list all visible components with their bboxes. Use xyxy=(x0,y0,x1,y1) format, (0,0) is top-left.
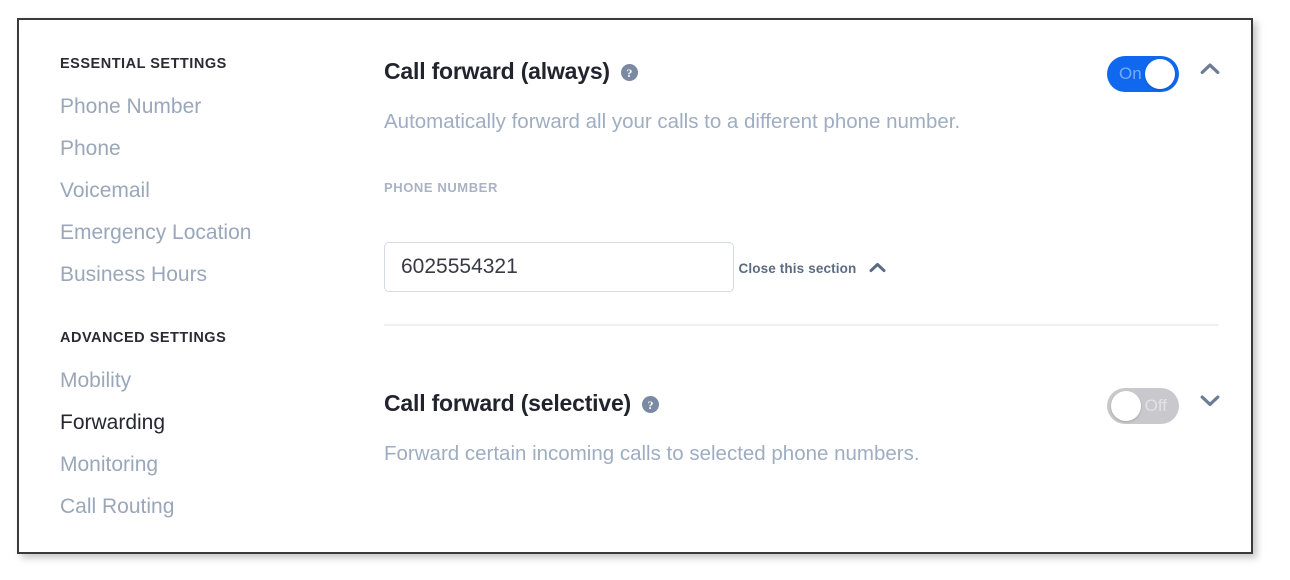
section-title-always: Call forward (always) xyxy=(384,58,610,84)
section-divider xyxy=(384,324,1219,327)
sidebar-item-emergency-location[interactable]: Emergency Location xyxy=(60,212,359,254)
section-title-group-selective: Call forward (selective) ? xyxy=(384,390,660,417)
section-header-always: Call forward (always) ? On xyxy=(384,56,1223,92)
close-this-section-label: Close this section xyxy=(738,261,857,277)
sidebar-item-voicemail[interactable]: Voicemail xyxy=(60,170,359,212)
toggle-knob-selective xyxy=(1111,391,1141,422)
sidebar-item-call-routing[interactable]: Call Routing xyxy=(60,486,359,528)
sidebar-group-title-essential: ESSENTIAL SETTINGS xyxy=(60,56,227,72)
toggle-call-forward-always[interactable]: On xyxy=(1107,56,1179,92)
toggle-state-label-selective: Off xyxy=(1144,396,1167,416)
sidebar-group-title-advanced: ADVANCED SETTINGS xyxy=(60,330,227,346)
sidebar-item-forwarding[interactable]: Forwarding xyxy=(60,402,359,444)
toggle-state-label-always: On xyxy=(1119,64,1142,83)
section-header-selective: Call forward (selective) ? Off xyxy=(384,388,1223,425)
settings-main: Call forward (always) ? On Automatically… xyxy=(359,20,1251,552)
section-call-forward-always: Call forward (always) ? On Automatically… xyxy=(384,56,1223,327)
sidebar-item-business-hours[interactable]: Business Hours xyxy=(60,254,359,296)
sidebar-item-monitoring[interactable]: Monitoring xyxy=(60,444,359,486)
phone-number-field-label: PHONE NUMBER xyxy=(384,179,498,195)
section-call-forward-selective: Call forward (selective) ? Off Forward c… xyxy=(384,388,1223,467)
screenshot-root: ESSENTIAL SETTINGS Phone Number Phone Vo… xyxy=(0,0,1290,580)
help-circle-icon-selective[interactable]: ? xyxy=(642,396,660,414)
chevron-down-icon-selective[interactable] xyxy=(1197,394,1223,407)
sidebar-item-phone[interactable]: Phone xyxy=(60,128,359,170)
chevron-up-icon-close-link xyxy=(869,260,886,278)
phone-number-input[interactable] xyxy=(384,242,734,293)
chevron-up-icon-always[interactable] xyxy=(1197,62,1223,75)
close-this-section-link[interactable]: Close this section xyxy=(738,260,886,278)
section-description-always: Automatically forward all your calls to … xyxy=(384,110,961,133)
section-title-group-always: Call forward (always) ? xyxy=(384,60,638,83)
settings-panel: ESSENTIAL SETTINGS Phone Number Phone Vo… xyxy=(17,18,1253,554)
toggle-knob xyxy=(1145,59,1175,89)
help-circle-icon[interactable]: ? xyxy=(620,64,638,81)
section-title-selective: Call forward (selective) xyxy=(384,390,632,417)
section-description-selective: Forward certain incoming calls to select… xyxy=(384,442,920,466)
toggle-call-forward-selective[interactable]: Off xyxy=(1107,388,1179,425)
sidebar-item-mobility[interactable]: Mobility xyxy=(60,360,359,402)
sidebar-item-phone-number[interactable]: Phone Number xyxy=(60,86,359,128)
settings-sidebar: ESSENTIAL SETTINGS Phone Number Phone Vo… xyxy=(19,20,359,552)
